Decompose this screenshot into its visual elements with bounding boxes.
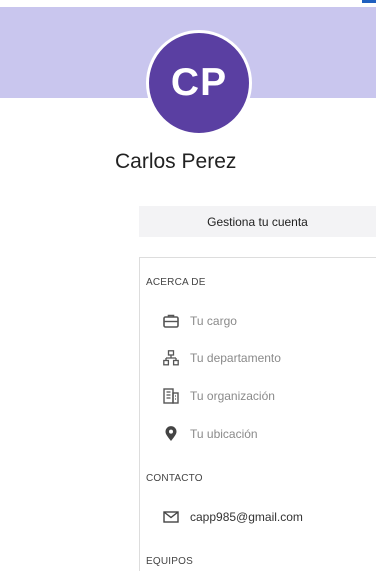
- manage-account-button[interactable]: Gestiona tu cuenta: [139, 206, 376, 237]
- about-item-label: Tu ubicación: [190, 427, 258, 441]
- mail-icon: [163, 509, 179, 525]
- profile-name: Carlos Perez: [115, 150, 237, 173]
- building-icon: [163, 388, 179, 404]
- about-item-label: Tu departamento: [190, 351, 281, 365]
- top-accent-bar: [362, 0, 376, 3]
- teams-section-title: EQUIPOS: [146, 556, 193, 567]
- contact-section-title: CONTACTO: [146, 473, 203, 484]
- briefcase-icon: [163, 313, 179, 329]
- about-item-department[interactable]: Tu departamento: [163, 348, 281, 368]
- location-pin-icon: [163, 426, 179, 442]
- about-item-organization[interactable]: Tu organización: [163, 386, 275, 406]
- about-item-label: Tu cargo: [190, 314, 237, 328]
- about-item-label: Tu organización: [190, 389, 275, 403]
- about-item-job-title[interactable]: Tu cargo: [163, 311, 237, 331]
- about-section-title: ACERCA DE: [146, 277, 206, 288]
- org-chart-icon: [163, 350, 179, 366]
- contact-email: capp985@gmail.com: [190, 510, 303, 524]
- avatar-initials: CP: [170, 61, 228, 104]
- avatar[interactable]: CP: [146, 30, 252, 136]
- about-item-location[interactable]: Tu ubicación: [163, 424, 258, 444]
- profile-panel: CP Carlos Perez Gestiona tu cuenta ACERC…: [0, 0, 376, 571]
- contact-email-row[interactable]: capp985@gmail.com: [163, 507, 303, 527]
